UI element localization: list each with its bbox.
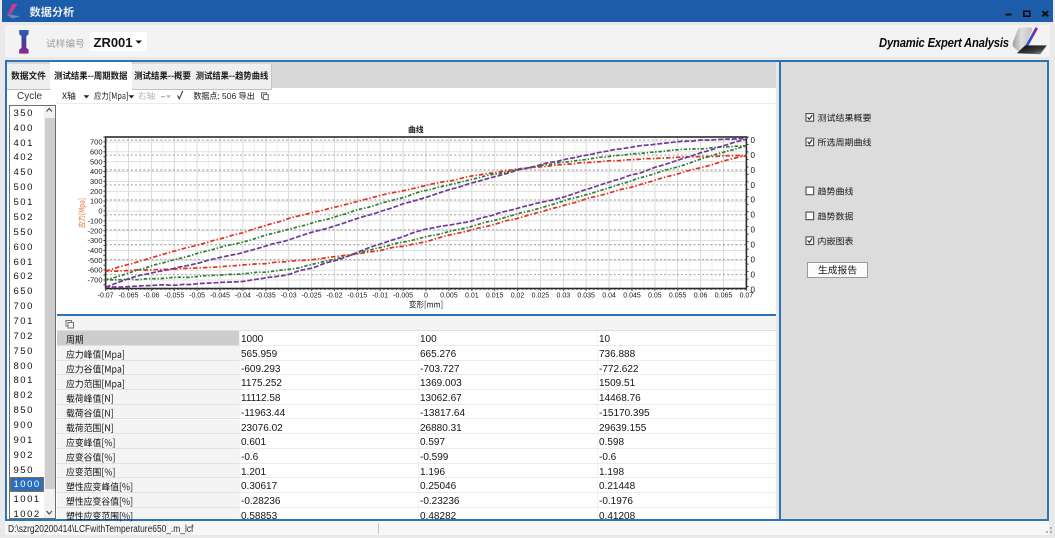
svg-text:200: 200 [90,187,103,196]
svg-text:-0.055: -0.055 [164,293,184,300]
svg-text:-300: -300 [87,236,102,245]
svg-text:-600: -600 [87,266,102,275]
svg-text:0.03: 0.03 [556,293,570,300]
svg-text:0.025: 0.025 [532,293,550,300]
svg-text:-0.025: -0.025 [302,293,322,300]
svg-text:-0.015: -0.015 [347,293,367,300]
svg-text:0.04: 0.04 [602,293,616,300]
svg-text:0.035: 0.035 [577,293,595,300]
svg-text:0: 0 [751,270,756,279]
svg-text:100: 100 [90,197,103,206]
svg-text:0: 0 [751,196,756,205]
svg-text:-0.07: -0.07 [98,293,114,300]
svg-text:0.06: 0.06 [694,293,708,300]
svg-text:-500: -500 [87,256,102,265]
svg-text:0.045: 0.045 [623,293,641,300]
svg-text:-0.05: -0.05 [189,293,205,300]
svg-text:0: 0 [751,241,756,250]
svg-text:0.005: 0.005 [440,293,458,300]
svg-text:-0.005: -0.005 [393,293,413,300]
svg-text:-0.04: -0.04 [235,293,251,300]
svg-text:0.02: 0.02 [511,293,525,300]
svg-text:-0.035: -0.035 [256,293,276,300]
svg-text:0.07: 0.07 [740,293,754,300]
svg-text:-100: -100 [87,217,102,226]
svg-text:-400: -400 [87,246,102,255]
svg-text:400: 400 [90,167,103,176]
svg-text:-0.045: -0.045 [210,293,230,300]
svg-text:0: 0 [751,226,756,235]
svg-text:-0.06: -0.06 [143,293,159,300]
svg-text:-0.03: -0.03 [281,293,297,300]
svg-text:0: 0 [751,151,756,160]
svg-text:0: 0 [751,256,756,265]
svg-text:0.05: 0.05 [648,293,662,300]
svg-text:0: 0 [424,293,428,300]
svg-text:0: 0 [751,166,756,175]
svg-text:-0.02: -0.02 [327,293,343,300]
svg-text:0: 0 [751,181,756,190]
svg-text:-200: -200 [87,226,102,235]
svg-text:0.065: 0.065 [715,293,733,300]
svg-text:0: 0 [98,207,102,216]
svg-text:300: 300 [90,177,103,186]
svg-text:-700: -700 [87,276,102,285]
svg-text:0: 0 [751,136,756,145]
svg-text:0.01: 0.01 [465,293,479,300]
svg-text:600: 600 [90,148,103,157]
svg-text:0.055: 0.055 [669,293,687,300]
svg-text:0.015: 0.015 [486,293,504,300]
svg-text:0: 0 [751,211,756,220]
svg-text:500: 500 [90,157,103,166]
svg-text:-0.01: -0.01 [372,293,388,300]
svg-text:700: 700 [90,138,103,147]
svg-text:-0.065: -0.065 [119,293,139,300]
